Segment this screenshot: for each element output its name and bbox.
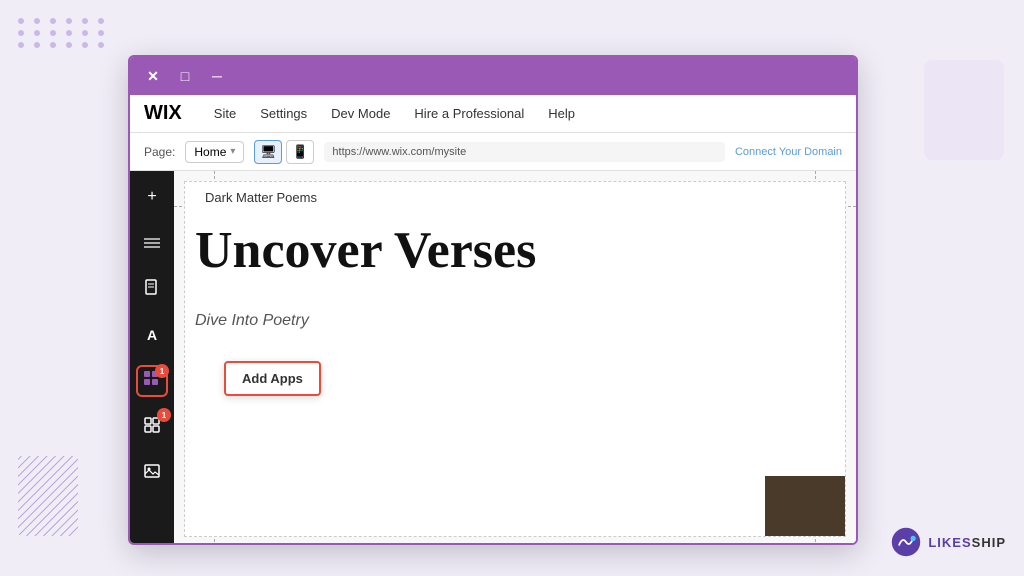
widgets-badge: 1 [157,408,171,422]
page-selector[interactable]: Home ▾ [185,141,244,163]
page-name: Home [194,145,226,159]
url-bar: https://www.wix.com/mysite [324,142,725,162]
chevron-down-icon: ▾ [230,146,235,157]
mobile-view-button[interactable]: 📱 [286,140,314,164]
add-element-button[interactable]: + [136,181,168,213]
minimize-button[interactable]: ─ [206,65,228,87]
widgets-button[interactable]: 1 [136,411,168,443]
menu-devmode[interactable]: Dev Mode [319,95,402,133]
decorative-right [924,60,1004,160]
canvas-inner: Dark Matter Poems Uncover Verses Dive In… [184,181,846,537]
hero-image-patch [765,476,845,536]
subtitle-text: Dive Into Poetry [195,312,309,330]
pages-button[interactable] [136,227,168,259]
page-label: Page: [144,145,175,159]
plus-icon: + [147,188,156,206]
pages-icon [144,238,160,248]
apps-badge: 1 [155,364,169,378]
media-icon [144,463,160,484]
connect-domain-button[interactable]: Connect Your Domain [735,146,842,158]
toolbar: Page: Home ▾ 🖥 📱 https://www.wix.com/mys… [130,133,856,171]
logo-text: LIKESSHIP [928,535,1006,550]
device-buttons: 🖥 📱 [254,140,314,164]
menu-site[interactable]: Site [202,95,248,133]
editor-window: ✕ □ ─ WIX Site Settings Dev Mode Hire a … [128,55,858,545]
menu-help[interactable]: Help [536,95,587,133]
add-apps-button[interactable]: 1 [136,365,168,397]
menu-hire-professional[interactable]: Hire a Professional [402,95,536,133]
menu-settings[interactable]: Settings [248,95,319,133]
desktop-view-button[interactable]: 🖥 [254,140,282,164]
widgets-icon [144,417,160,438]
add-apps-label: Add Apps [242,371,303,386]
decorative-lines [18,456,78,536]
wix-logo: WIX [144,102,182,125]
typography-button[interactable]: A [136,319,168,351]
hero-headline: Uncover Verses [195,222,536,279]
content-manager-button[interactable] [136,273,168,305]
left-sidebar: + A [130,171,174,545]
likesship-logo: LIKESSHIP [890,526,1006,558]
typography-icon: A [147,327,157,343]
site-title: Dark Matter Poems [205,190,317,205]
title-bar: ✕ □ ─ [130,57,856,95]
document-icon [144,279,160,300]
menu-bar: WIX Site Settings Dev Mode Hire a Profes… [130,95,856,133]
editor-area: + A [130,171,856,545]
close-button[interactable]: ✕ [142,65,164,87]
add-apps-tooltip: Add Apps [224,361,321,396]
media-button[interactable] [136,457,168,489]
maximize-button[interactable]: □ [174,65,196,87]
editor-canvas: Dark Matter Poems Uncover Verses Dive In… [174,171,856,545]
decorative-dots [18,18,108,48]
